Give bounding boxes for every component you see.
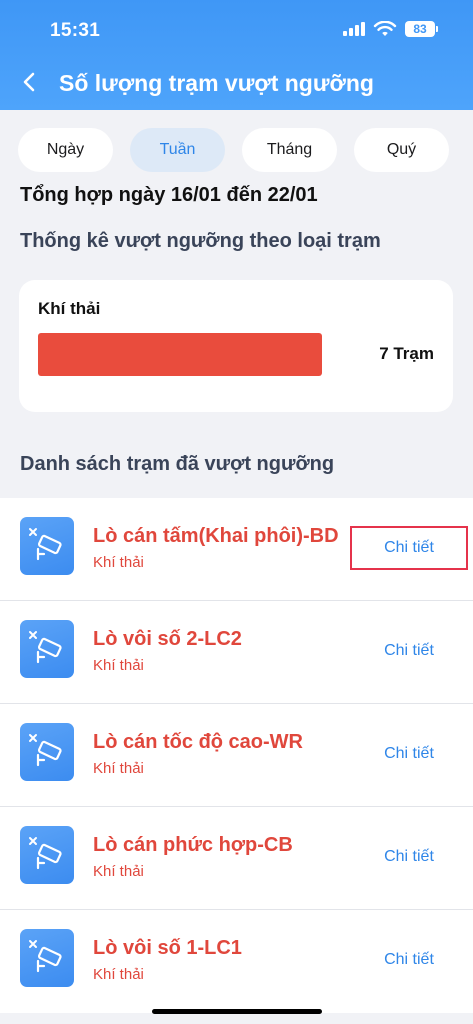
camera-offline-icon — [20, 826, 74, 884]
station-name: Lò cán tấm(Khai phôi)-BD — [93, 525, 339, 547]
station-type: Khí thải — [93, 966, 144, 983]
main-content: Ngày Tuần Tháng Quý Tổng hợp ngày 16/01 … — [0, 110, 473, 1024]
station-type: Khí thải — [93, 863, 144, 880]
station-type: Khí thải — [93, 760, 144, 777]
list-item: Lò vôi số 2-LC2 Khí thải Chi tiết — [0, 601, 473, 704]
stat-bar-fill — [38, 333, 322, 376]
back-icon[interactable] — [18, 70, 42, 94]
battery-level: 83 — [413, 22, 427, 36]
status-icons: 83 — [343, 21, 438, 37]
detail-link[interactable]: Chi tiết — [350, 835, 468, 879]
status-time: 15:31 — [50, 20, 101, 41]
stat-card: Khí thải 7 Trạm — [19, 280, 453, 412]
summary-title: Tổng hợp ngày 16/01 đến 22/01 — [20, 184, 318, 206]
tab-week[interactable]: Tuần — [130, 128, 225, 172]
detail-link[interactable]: Chi tiết — [350, 629, 468, 673]
tab-quarter[interactable]: Quý — [354, 128, 449, 172]
detail-link[interactable]: Chi tiết — [350, 526, 468, 570]
cellular-signal-icon — [343, 22, 365, 36]
camera-offline-icon — [20, 517, 74, 575]
list-item: Lò cán tốc độ cao-WR Khí thải Chi tiết — [0, 704, 473, 807]
period-tabs: Ngày Tuần Tháng Quý — [18, 128, 455, 172]
station-type: Khí thải — [93, 657, 144, 674]
station-list-title: Danh sách trạm đã vượt ngưỡng — [20, 453, 335, 475]
camera-offline-icon — [20, 929, 74, 987]
stats-section-title: Thống kê vượt ngưỡng theo loại trạm — [20, 230, 381, 252]
stat-category-label: Khí thải — [38, 299, 101, 318]
wifi-icon — [373, 21, 397, 36]
status-bar: 15:31 83 — [0, 0, 473, 50]
station-name: Lò cán tốc độ cao-WR — [93, 731, 303, 753]
list-item: Lò cán phức hợp-CB Khí thải Chi tiết — [0, 807, 473, 910]
detail-link[interactable]: Chi tiết — [350, 938, 468, 982]
camera-offline-icon — [20, 620, 74, 678]
list-item: Lò cán tấm(Khai phôi)-BD Khí thải Chi ti… — [0, 498, 473, 601]
station-type: Khí thải — [93, 554, 144, 571]
stat-bar-track — [38, 333, 322, 376]
list-item: Lò vôi số 1-LC1 Khí thải Chi tiết — [0, 910, 473, 1013]
app-header: 15:31 83 Số lượng trạm vượt ngưỡng — [0, 0, 473, 110]
tab-day[interactable]: Ngày — [18, 128, 113, 172]
battery-icon: 83 — [405, 21, 438, 37]
detail-link[interactable]: Chi tiết — [350, 732, 468, 776]
station-name: Lò vôi số 2-LC2 — [93, 628, 242, 650]
station-name: Lò cán phức hợp-CB — [93, 834, 293, 856]
tab-month[interactable]: Tháng — [242, 128, 337, 172]
stat-value: 7 Trạm — [379, 344, 434, 363]
camera-offline-icon — [20, 723, 74, 781]
station-list: Lò cán tấm(Khai phôi)-BD Khí thải Chi ti… — [0, 498, 473, 1013]
home-indicator — [152, 1009, 322, 1014]
nav-bar: Số lượng trạm vượt ngưỡng — [0, 58, 473, 108]
page-title: Số lượng trạm vượt ngưỡng — [59, 70, 374, 96]
station-name: Lò vôi số 1-LC1 — [93, 937, 242, 959]
